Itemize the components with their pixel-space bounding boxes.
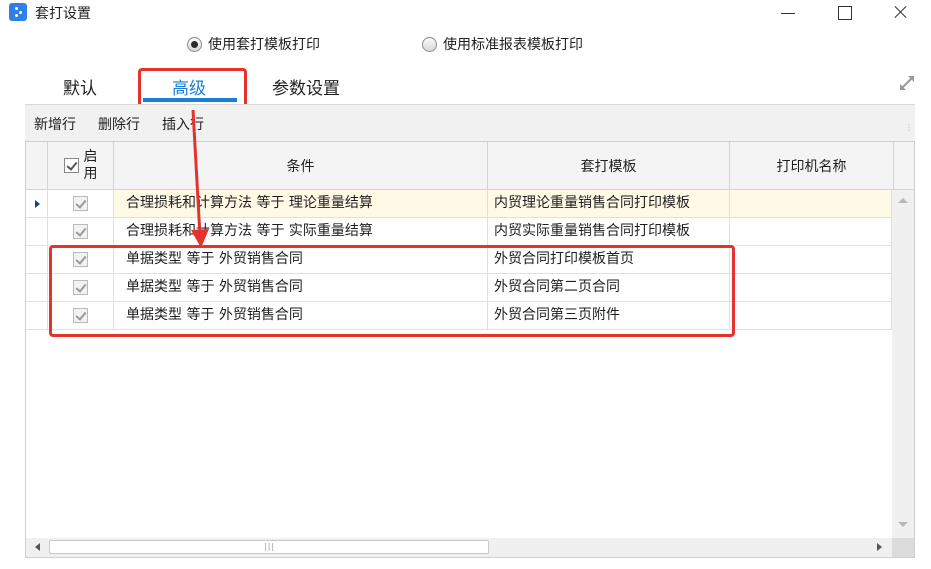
column-header-printer[interactable]: 打印机名称 bbox=[730, 142, 894, 190]
radio-unselected-icon bbox=[422, 36, 437, 52]
row-header bbox=[26, 218, 48, 246]
column-header-enabled[interactable]: 启 用 bbox=[48, 142, 114, 190]
condition-cell[interactable]: 合理损耗和计算方法 等于 实际重量结算 bbox=[114, 218, 488, 246]
maximize-button[interactable] bbox=[830, 2, 860, 24]
radio-template-print-label: 使用套打模板打印 bbox=[208, 37, 320, 53]
scroll-grip-icon: ||| bbox=[264, 542, 276, 551]
printer-cell[interactable] bbox=[730, 218, 892, 246]
scroll-down-icon[interactable] bbox=[898, 522, 908, 527]
highlight-box-rows bbox=[49, 245, 735, 337]
horizontal-scroll-thumb[interactable]: ||| bbox=[49, 540, 489, 554]
add-row-button[interactable]: 新增行 bbox=[34, 114, 76, 134]
scroll-corner bbox=[892, 538, 914, 557]
printer-cell[interactable] bbox=[730, 302, 892, 330]
printer-cell[interactable] bbox=[730, 190, 892, 218]
window-title: 套打设置 bbox=[35, 6, 91, 22]
row-header bbox=[26, 246, 48, 274]
radio-selected-icon bbox=[187, 36, 202, 52]
minimize-button[interactable] bbox=[773, 2, 803, 24]
row-header-corner bbox=[26, 142, 48, 190]
scroll-up-icon[interactable] bbox=[898, 198, 908, 203]
toolbar-grip-icon: ⋮ bbox=[905, 123, 913, 132]
expand-icon[interactable] bbox=[898, 74, 916, 92]
tab-default[interactable]: 默认 bbox=[63, 74, 97, 99]
radio-standard-print-label: 使用标准报表模板打印 bbox=[443, 37, 583, 53]
condition-cell[interactable]: 合理损耗和计算方法 等于 理论重量结算 bbox=[114, 190, 488, 218]
current-row-pointer-icon bbox=[35, 200, 40, 208]
rules-grid: 启 用 条件 套打模板 打印机名称 合理损耗和计算方法 等于 理论重量结算 内贸… bbox=[25, 141, 915, 558]
row-header bbox=[26, 302, 48, 330]
row-enabled-cell[interactable] bbox=[48, 218, 114, 246]
template-cell[interactable]: 内贸实际重量销售合同打印模板 bbox=[488, 218, 730, 246]
radio-standard-print[interactable]: 使用标准报表模板打印 bbox=[422, 34, 583, 54]
vertical-scrollbar[interactable] bbox=[892, 190, 914, 538]
template-cell[interactable]: 内贸理论重量销售合同打印模板 bbox=[488, 190, 730, 218]
row-header bbox=[26, 190, 48, 218]
scroll-right-icon[interactable] bbox=[877, 543, 882, 551]
printer-cell[interactable] bbox=[730, 246, 892, 274]
row-enabled-checkbox[interactable] bbox=[73, 224, 88, 239]
column-header-condition[interactable]: 条件 bbox=[114, 142, 488, 190]
select-all-checkbox[interactable] bbox=[63, 158, 79, 173]
row-enabled-checkbox[interactable] bbox=[73, 196, 88, 211]
title-bar: 套打设置 bbox=[0, 0, 931, 26]
row-enabled-cell[interactable] bbox=[48, 190, 114, 218]
printer-cell[interactable] bbox=[730, 274, 892, 302]
app-icon bbox=[9, 3, 27, 21]
scroll-left-icon[interactable] bbox=[35, 543, 40, 551]
annotation-arrow-icon bbox=[191, 109, 209, 248]
close-button[interactable] bbox=[886, 2, 916, 24]
toolbar: 新增行 删除行 插入行 ⋮ bbox=[25, 104, 915, 141]
column-enabled-label: 启 用 bbox=[83, 148, 98, 182]
column-header-template[interactable]: 套打模板 bbox=[488, 142, 730, 190]
row-header bbox=[26, 274, 48, 302]
horizontal-scrollbar[interactable]: ||| bbox=[26, 538, 892, 557]
tab-parameters[interactable]: 参数设置 bbox=[272, 74, 340, 99]
delete-row-button[interactable]: 删除行 bbox=[98, 114, 140, 134]
radio-template-print[interactable]: 使用套打模板打印 bbox=[187, 34, 320, 54]
column-header-filler bbox=[894, 142, 914, 190]
